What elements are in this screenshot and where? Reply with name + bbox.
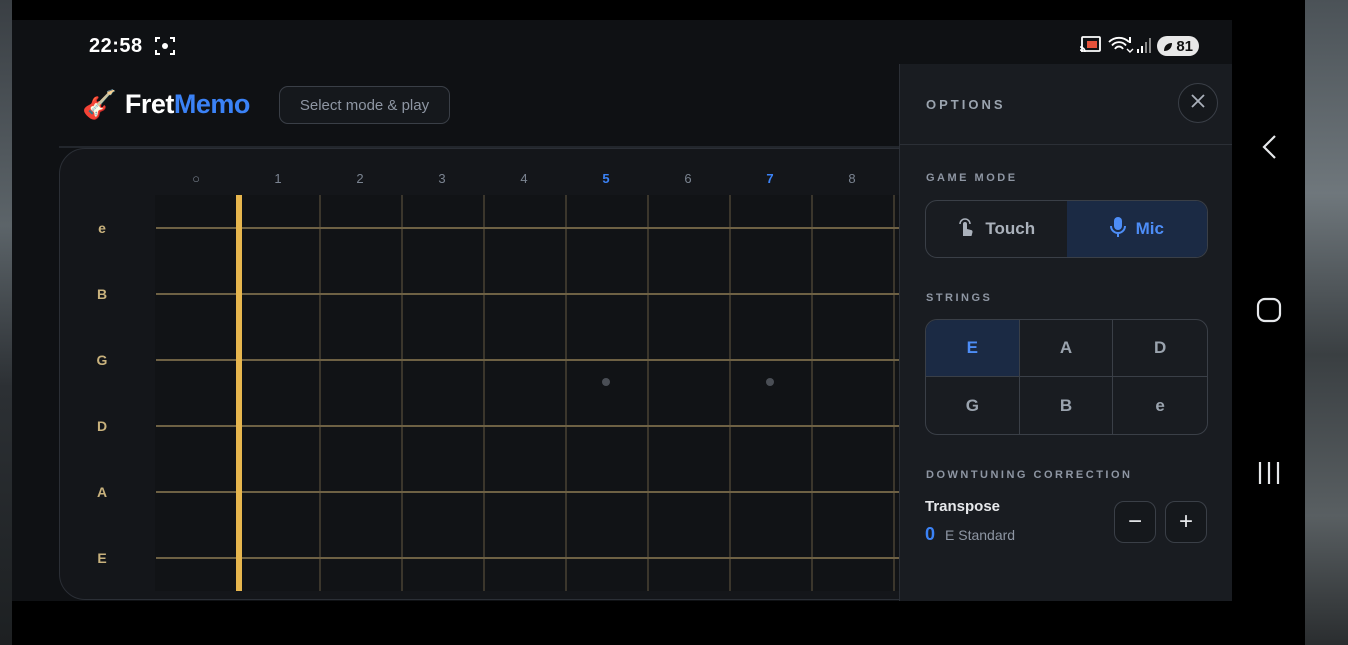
transpose-value: 0 xyxy=(925,524,936,544)
string-label: G xyxy=(96,352,108,368)
options-panel: OPTIONS GAME MODE Touch Mic STRINGS E A … xyxy=(899,64,1232,601)
signal-icon xyxy=(1136,36,1152,59)
close-options-button[interactable] xyxy=(1178,83,1218,123)
close-icon xyxy=(1191,93,1205,113)
options-title: OPTIONS xyxy=(926,97,1006,112)
string-label: A xyxy=(96,484,108,500)
strings-selector: E A D G B e xyxy=(925,319,1208,435)
microphone-icon xyxy=(1109,216,1136,243)
fret-number-marked: 5 xyxy=(602,171,610,186)
wifi-icon xyxy=(1108,36,1134,59)
string-toggle-D[interactable]: D xyxy=(1113,320,1207,377)
brand-name-part2: Memo xyxy=(173,89,251,119)
guitar-string[interactable] xyxy=(156,293,938,295)
fret-wire xyxy=(483,195,485,591)
mode-touch-button[interactable]: Touch xyxy=(926,201,1067,257)
app-window: 22:58 81 🎸 FretMemo Select mode & play ○… xyxy=(12,20,1232,601)
string-toggle-B[interactable]: B xyxy=(1020,377,1114,434)
mode-mic-label: Mic xyxy=(1135,219,1164,238)
fret-wire xyxy=(647,195,649,591)
string-toggle-G[interactable]: G xyxy=(926,377,1020,434)
wallpaper-left xyxy=(0,0,12,645)
fret-wire xyxy=(729,195,731,591)
options-header: OPTIONS xyxy=(900,64,1232,145)
game-mode-toggle: Touch Mic xyxy=(925,200,1208,258)
transpose-label: Transpose xyxy=(925,498,1001,515)
mode-touch-label: Touch xyxy=(985,219,1036,238)
touch-icon xyxy=(957,216,985,243)
fret-wire xyxy=(893,195,895,591)
transpose-plus-button[interactable]: + xyxy=(1165,501,1207,543)
guitar-string[interactable] xyxy=(156,425,938,427)
battery-indicator: 81 xyxy=(1157,36,1199,56)
string-label: e xyxy=(98,220,106,236)
fret-number: 6 xyxy=(684,171,692,186)
game-mode-label: GAME MODE xyxy=(926,172,1018,184)
string-label: D xyxy=(96,418,108,434)
guitar-string[interactable] xyxy=(156,227,938,229)
home-icon xyxy=(1256,297,1282,328)
string-label: B xyxy=(96,286,108,302)
string-toggle-A[interactable]: A xyxy=(1019,320,1114,377)
system-nav-bar xyxy=(1232,0,1305,645)
guitar-icon: 🎸 xyxy=(82,89,117,120)
fretboard-neck[interactable] xyxy=(155,195,938,591)
nav-back-button[interactable] xyxy=(1232,129,1305,169)
recents-icon xyxy=(1256,460,1282,491)
guitar-string[interactable] xyxy=(156,557,938,559)
status-time: 22:58 xyxy=(89,35,143,57)
fret-number: 4 xyxy=(520,171,528,186)
battery-level: 81 xyxy=(1176,37,1193,55)
transpose-minus-button[interactable]: − xyxy=(1114,501,1156,543)
nav-recents-button[interactable] xyxy=(1232,455,1305,495)
nut xyxy=(236,195,242,591)
guitar-string[interactable] xyxy=(156,491,938,493)
fret-wire xyxy=(319,195,321,591)
fret-wire xyxy=(401,195,403,591)
fret-number-marked: 7 xyxy=(766,171,774,186)
mode-mic-button[interactable]: Mic xyxy=(1066,201,1207,257)
guitar-string[interactable] xyxy=(156,359,938,361)
fret-number: 3 xyxy=(438,171,446,186)
fret-wire xyxy=(565,195,567,591)
wallpaper-right xyxy=(1305,0,1348,645)
strings-label: STRINGS xyxy=(926,292,993,304)
brand-name-part1: Fret xyxy=(124,89,175,119)
screenshot-icon xyxy=(155,37,175,60)
fret-number-open: ○ xyxy=(192,171,200,186)
back-icon xyxy=(1261,134,1277,165)
fret-wire xyxy=(811,195,813,591)
tuning-name: E Standard xyxy=(945,527,1016,543)
fret-number: 2 xyxy=(356,171,364,186)
nav-home-button[interactable] xyxy=(1232,292,1305,332)
select-mode-button[interactable]: Select mode & play xyxy=(279,86,450,124)
fret-inlay-dot xyxy=(602,378,610,386)
fret-number: 1 xyxy=(274,171,282,186)
fret-inlay-dot xyxy=(766,378,774,386)
fretboard[interactable]: ○ 1 2 3 4 5 6 7 8 e B G D A E xyxy=(59,148,939,600)
app-logo[interactable]: 🎸 FretMemo xyxy=(82,88,250,121)
downtuning-label: DOWNTUNING CORRECTION xyxy=(926,469,1133,481)
string-toggle-high-e[interactable]: e xyxy=(1113,377,1207,434)
string-toggle-E[interactable]: E xyxy=(926,320,1020,377)
battery-icon xyxy=(1162,40,1174,57)
brand-name: FretMemo xyxy=(124,89,251,120)
string-label: E xyxy=(97,550,107,566)
fret-number: 8 xyxy=(848,171,856,186)
cast-icon xyxy=(1079,36,1101,59)
